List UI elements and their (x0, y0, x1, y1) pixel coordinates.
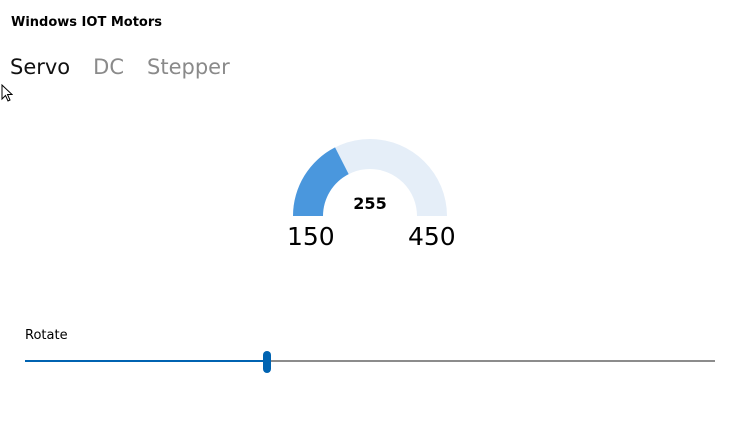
slider-thumb[interactable] (262, 351, 271, 373)
slider-label: Rotate (25, 328, 68, 343)
gauge-max-label: 450 (408, 222, 456, 251)
mouse-pointer-icon (1, 84, 13, 102)
app-title: Windows IOT Motors (11, 15, 163, 30)
tab-bar: Servo DC Stepper (10, 53, 253, 81)
slider-fill (25, 360, 267, 362)
gauge-value: 255 (353, 194, 387, 213)
tab-servo[interactable]: Servo (10, 53, 70, 81)
gauge-min-label: 150 (287, 222, 335, 251)
tab-dc[interactable]: DC (93, 53, 124, 81)
tab-stepper[interactable]: Stepper (147, 53, 230, 81)
rotate-slider[interactable] (25, 350, 715, 374)
